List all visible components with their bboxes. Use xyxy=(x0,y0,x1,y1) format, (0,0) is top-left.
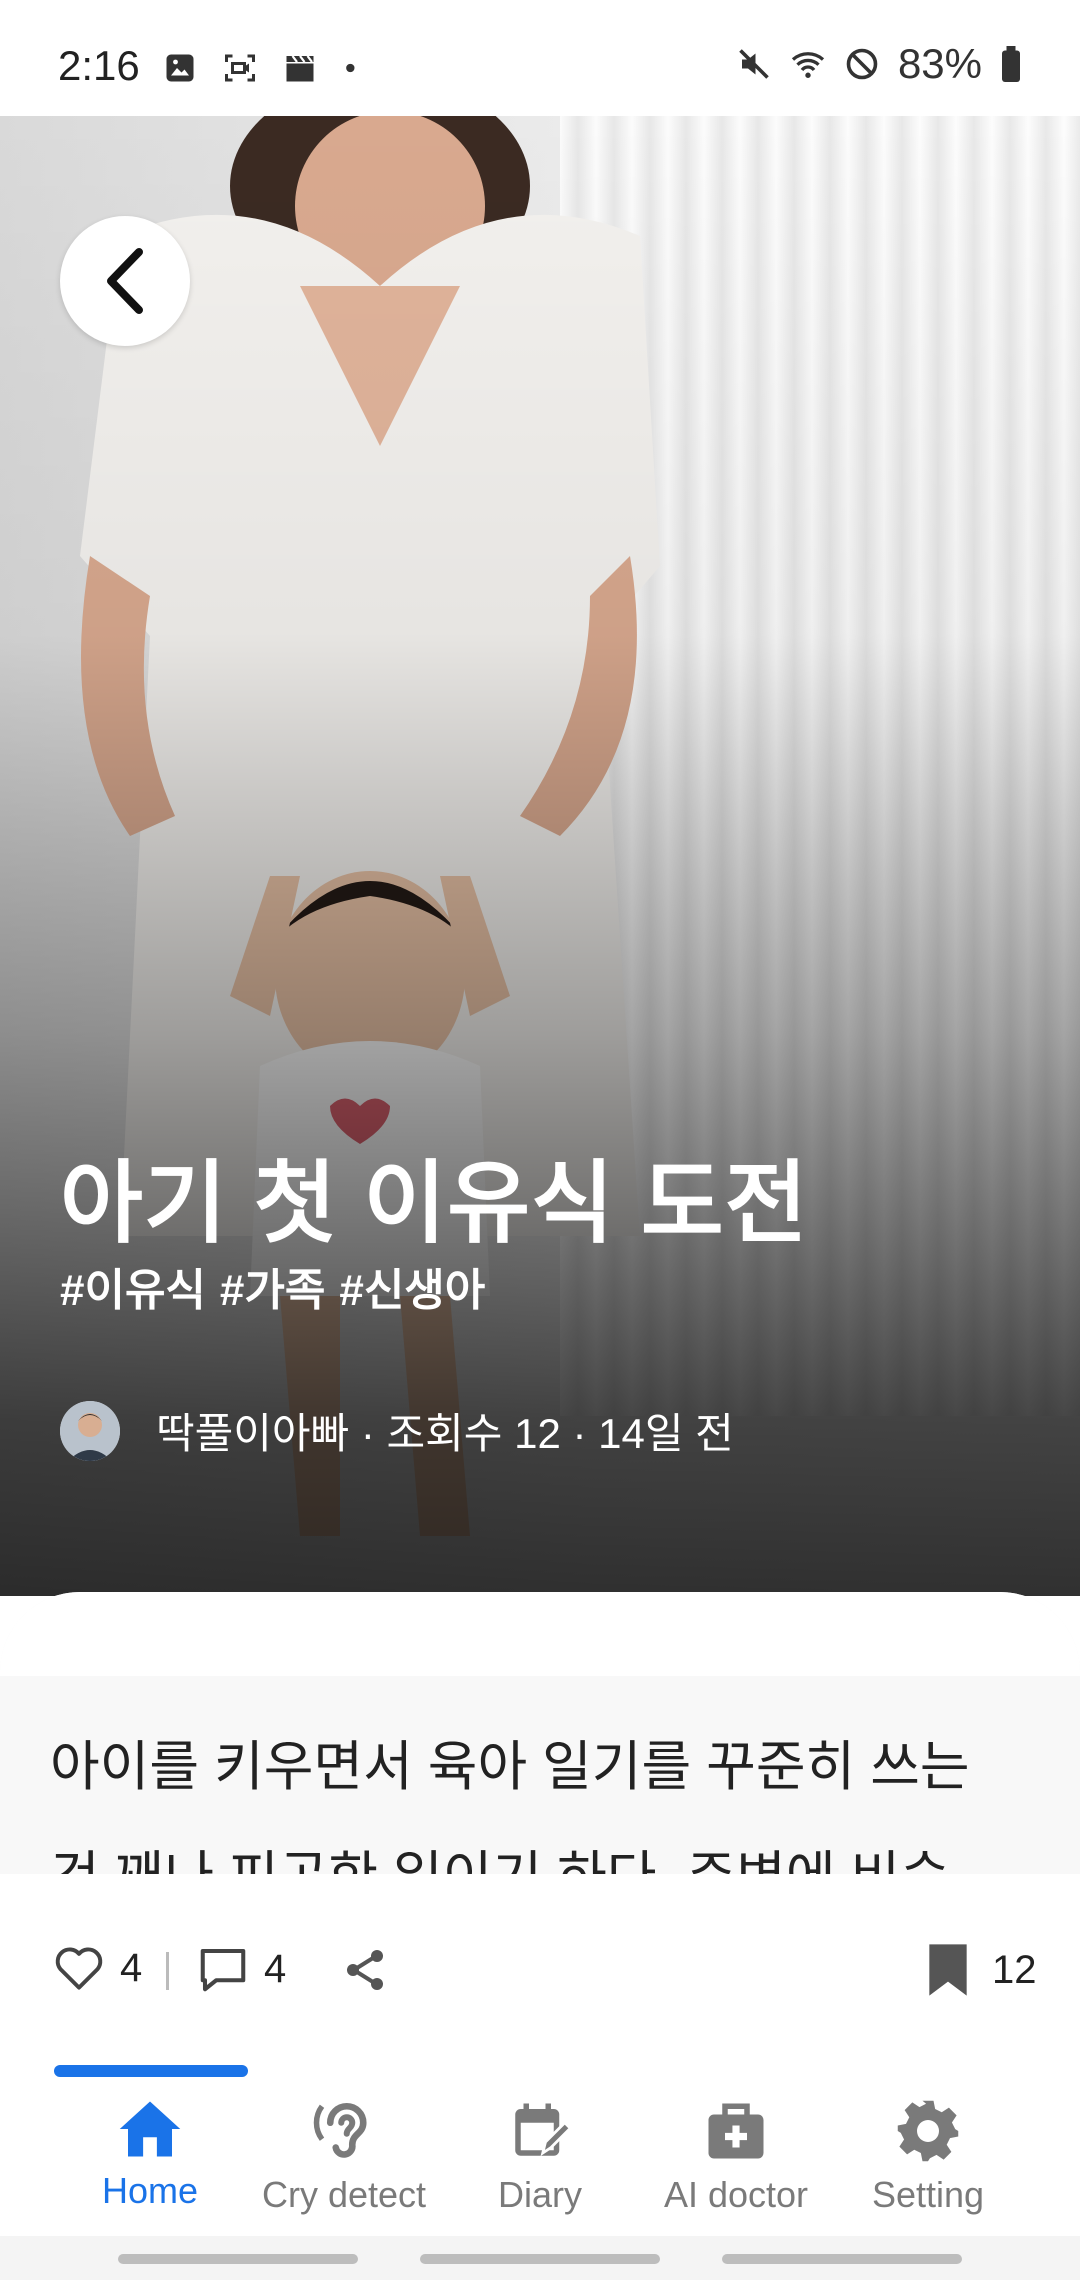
post-actions-bar xyxy=(0,1874,1080,2064)
gesture-pill[interactable] xyxy=(420,2254,660,2264)
tag-list: #이유식 #가족 #신생아 xyxy=(60,1254,485,1318)
wifi-icon xyxy=(791,52,825,78)
gesture-pill[interactable] xyxy=(722,2254,962,2264)
bookmark-count: 12 xyxy=(992,1947,1037,1992)
medical-kit-icon xyxy=(708,2103,764,2159)
clapper-icon xyxy=(286,55,314,82)
nav-ai-doctor[interactable]: AI doctor xyxy=(638,2098,834,2216)
nav-label: Diary xyxy=(497,2174,582,2215)
nav-label: Cry detect xyxy=(261,2174,427,2215)
screen-record-icon xyxy=(225,54,255,82)
bookmark-icon xyxy=(929,1944,967,1996)
like-button[interactable]: 4 xyxy=(52,1944,142,1992)
share-icon xyxy=(347,1950,383,1990)
chevron-left-icon xyxy=(107,248,143,314)
mute-icon xyxy=(739,49,769,79)
like-count: 4 xyxy=(120,1945,143,1990)
tag[interactable]: #가족 xyxy=(220,1254,325,1318)
bookmark-button[interactable]: 12 xyxy=(926,1942,1037,1998)
calendar-edit-icon xyxy=(515,2103,573,2157)
image-icon xyxy=(166,54,194,82)
tag[interactable]: #이유식 xyxy=(60,1254,206,1318)
do-not-disturb-icon xyxy=(846,48,878,80)
divider xyxy=(166,1952,169,1990)
nav-label: Setting xyxy=(871,2174,985,2215)
avatar[interactable] xyxy=(60,1400,120,1461)
status-bar: 2:16 83% xyxy=(0,0,1080,116)
hero-image xyxy=(0,116,1080,1596)
post-title: 아기 첫 이유식 도전 xyxy=(60,1154,809,1254)
heart-icon xyxy=(55,1947,103,1990)
status-time: 2:16 xyxy=(58,42,140,89)
ear-icon xyxy=(313,2102,367,2158)
nav-label: AI doctor xyxy=(663,2174,809,2215)
battery-level: 83% xyxy=(897,40,982,87)
nav-label: Home xyxy=(101,2170,199,2211)
share-button[interactable] xyxy=(340,1946,390,1994)
nav-setting[interactable]: Setting xyxy=(830,2098,1026,2216)
gear-icon xyxy=(897,2100,959,2162)
active-tab-indicator xyxy=(54,2065,248,2077)
back-button[interactable] xyxy=(60,216,190,346)
post-meta: 딱풀이아빠 · 조회수 12 · 14일 전 xyxy=(156,1410,734,1457)
nav-cry-detect[interactable]: Cry detect xyxy=(246,2098,442,2216)
comment-icon xyxy=(200,1948,246,1992)
gesture-pill[interactable] xyxy=(118,2254,358,2264)
home-icon xyxy=(119,2101,181,2157)
post-body-line: 아이를 키우면서 육아 일기를 꾸준히 쓰는 xyxy=(50,1737,970,1797)
post-body: 아이를 키우면서 육아 일기를 꾸준히 쓰는 건 꽤나 피곤한 일이기 하다. … xyxy=(50,1712,1040,1892)
system-gesture-bar xyxy=(0,2236,1080,2280)
author-photo xyxy=(60,1400,120,1461)
dot-icon xyxy=(346,63,355,73)
tag[interactable]: #신생아 xyxy=(339,1254,485,1318)
author-meta: 딱풀이아빠 · 조회수 12 · 14일 전 xyxy=(60,1400,734,1461)
nav-diary[interactable]: Diary xyxy=(442,2098,638,2216)
nav-home[interactable]: Home xyxy=(52,2098,248,2212)
post-content-card: 아이를 키우면서 육아 일기를 꾸준히 쓰는 건 꽤나 피곤한 일이기 하다. … xyxy=(0,1592,1080,1892)
comment-button[interactable]: 4 xyxy=(196,1944,286,1994)
comment-count: 4 xyxy=(264,1946,287,1991)
battery-icon xyxy=(1002,46,1020,82)
